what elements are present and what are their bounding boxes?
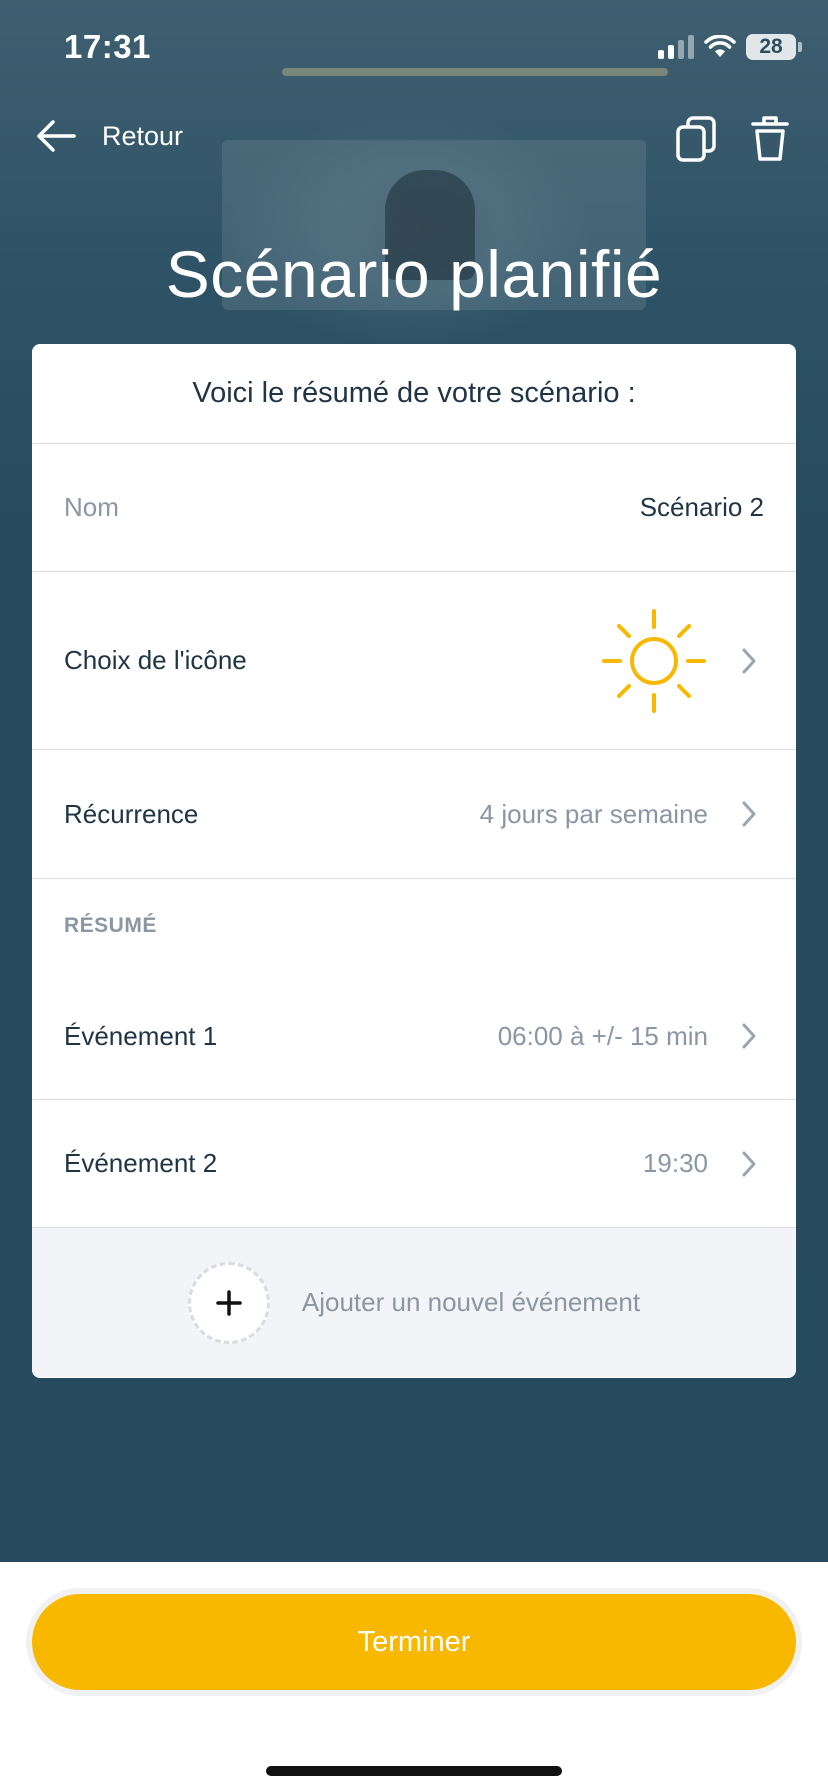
header-actions [672,115,794,163]
battery-tip [798,42,802,52]
sun-icon [602,608,706,713]
event-time: 06:00 à +/- 15 min [497,1020,708,1051]
name-row[interactable]: Nom Scénario 2 [32,444,796,572]
chevron-right-icon [734,799,764,829]
page-title: Scénario planifié [165,237,663,311]
icon-choice-label: Choix de l'icône [64,645,247,675]
finish-button[interactable]: Terminer [32,1594,796,1690]
recurrence-row[interactable]: Récurrence 4 jours par semaine [32,750,796,879]
chevron-right-icon [734,1021,764,1051]
back-label: Retour [102,120,184,151]
name-label: Nom [64,492,119,522]
cellular-signal-icon [658,35,694,59]
status-time: 17:31 [64,28,151,65]
scenario-summary-card: Voici le résumé de votre scénario : Nom … [32,344,796,1378]
card-header: Voici le résumé de votre scénario : [32,344,796,444]
recurrence-label: Récurrence [64,798,199,829]
icon-choice-row[interactable]: Choix de l'icône [32,572,796,750]
selected-icon [600,607,708,715]
chevron-right-icon [734,1149,764,1179]
battery-level: 28 [759,35,783,58]
event-row[interactable]: Événement 2 19:30 [32,1100,796,1228]
back-button[interactable]: Retour [34,118,183,154]
battery-indicator: 28 [746,34,802,60]
add-circle [187,1261,270,1344]
arrow-left-icon [37,120,76,152]
delete-button[interactable] [746,115,794,163]
status-indicators: 28 [658,34,802,60]
wifi-icon [704,35,736,57]
event-label: Événement 2 [64,1148,218,1178]
home-indicator [266,1766,562,1776]
add-event-label: Ajouter un nouvel événement [301,1287,641,1317]
trash-icon [751,116,789,161]
background-shelf [282,68,668,76]
event-row[interactable]: Événement 1 06:00 à +/- 15 min [32,973,796,1100]
duplicate-button[interactable] [672,115,720,163]
chevron-right-icon [734,646,764,676]
event-label: Événement 1 [64,1020,218,1051]
event-time: 19:30 [642,1148,708,1178]
recurrence-value: 4 jours par semaine [479,798,708,829]
copy-icon [676,116,716,162]
name-value: Scénario 2 [639,492,764,522]
add-event-button[interactable]: Ajouter un nouvel événement [32,1228,796,1377]
bottom-bar: Terminer [0,1562,828,1792]
plus-icon [216,1289,242,1316]
summary-section-label: RÉSUMÉ [64,914,157,937]
